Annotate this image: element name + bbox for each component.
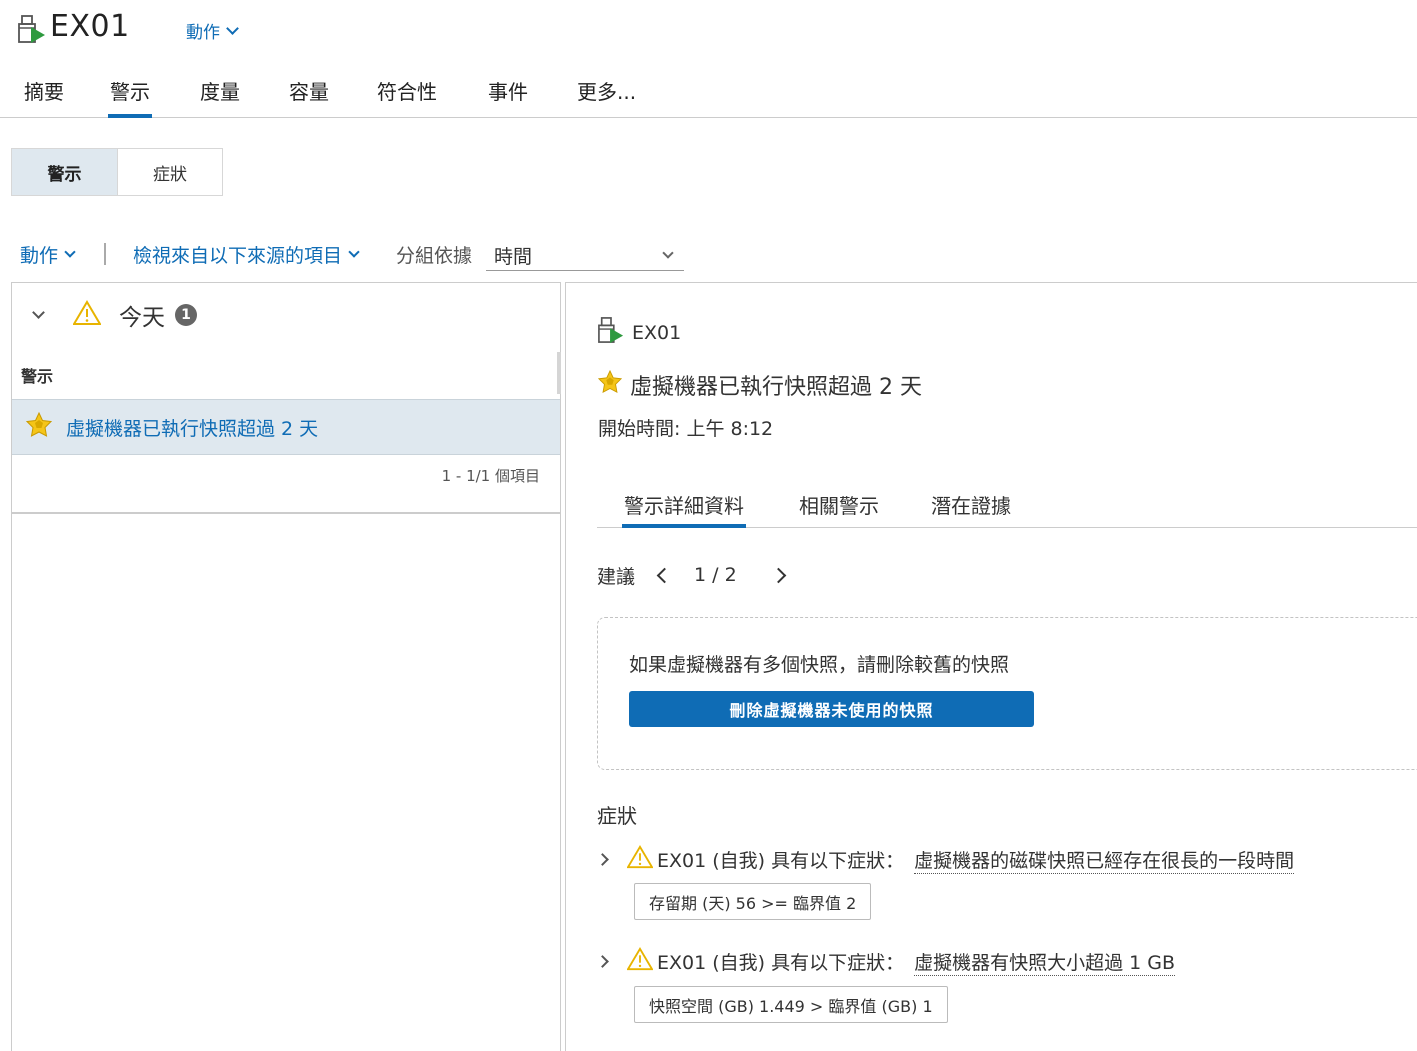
tab-potential-evidence[interactable]: 潛在證據 — [929, 490, 1013, 528]
chevron-down-icon — [662, 246, 674, 259]
tab-related-alerts[interactable]: 相關警示 — [797, 490, 881, 528]
view-source-label: 檢視來自以下來源的項目 — [133, 245, 343, 267]
warning-triangle-icon — [72, 300, 102, 330]
toggle-symptoms[interactable]: 症狀 — [117, 149, 222, 195]
chevron-down-icon — [226, 21, 239, 35]
actions-dropdown[interactable]: 動作 — [186, 18, 239, 43]
detail-tabs: 警示詳細資料 相關警示 潛在證據 — [597, 484, 1417, 528]
list-item[interactable]: 虛擬機器已執行快照超過 2 天 — [12, 399, 560, 455]
chevron-down-icon[interactable] — [32, 306, 45, 319]
list-pager: 1 - 1/1 個項目 — [441, 467, 540, 485]
vm-icon — [18, 14, 46, 48]
alert-star-icon — [25, 411, 53, 442]
warning-triangle-icon — [626, 947, 654, 976]
symptom-condition-chip: 快照空間 (GB) 1.449 > 臨界值 (GB) 1 — [634, 986, 948, 1023]
chevron-down-icon — [348, 246, 360, 258]
view-toggle: 警示 症狀 — [11, 148, 223, 196]
toolbar-divider — [104, 243, 106, 265]
warning-triangle-icon — [626, 845, 654, 874]
alert-list-panel — [11, 282, 561, 1051]
view-source-dropdown[interactable]: 檢視來自以下來源的項目 — [133, 241, 360, 268]
actions-label: 動作 — [186, 23, 220, 43]
detail-vm-name: EX01 — [632, 321, 682, 344]
vm-icon — [598, 316, 624, 349]
detail-alert-title-row: 虛擬機器已執行快照超過 2 天 — [597, 369, 922, 401]
symptom-row: EX01 (自我) 具有以下症狀： 虛擬機器有快照大小超過 1 GB — [596, 947, 1176, 976]
chevron-right-icon — [770, 567, 786, 584]
group-by-value: 時間 — [494, 245, 533, 268]
group-header-today[interactable]: 今天 1 — [22, 298, 197, 332]
page-title: EX01 — [50, 9, 130, 44]
tab-alerts[interactable]: 警示 — [108, 76, 152, 118]
symptoms-heading: 症狀 — [597, 804, 637, 828]
detail-alert-title: 虛擬機器已執行快照超過 2 天 — [630, 375, 922, 400]
tab-compliance[interactable]: 符合性 — [375, 76, 439, 118]
tab-capacity[interactable]: 容量 — [287, 76, 331, 118]
detail-vm-link[interactable]: EX01 — [598, 316, 681, 349]
chevron-down-icon — [64, 246, 76, 258]
previous-button[interactable] — [655, 560, 674, 590]
group-by-label: 分組依據 — [396, 245, 473, 267]
chevron-right-icon[interactable] — [596, 853, 609, 866]
toggle-alerts[interactable]: 警示 — [12, 149, 117, 195]
toolbar-actions-dropdown[interactable]: 動作 — [20, 241, 76, 268]
group-label: 今天 — [119, 305, 165, 331]
group-by-select[interactable]: 時間 — [486, 240, 684, 271]
tab-events[interactable]: 事件 — [486, 76, 530, 118]
list-item-label: 虛擬機器已執行快照超過 2 天 — [66, 417, 319, 440]
symptom-prefix: EX01 (自我) 具有以下症狀： — [657, 850, 905, 872]
chevron-right-icon[interactable] — [596, 955, 609, 968]
recommendation-page: 1 / 2 — [694, 564, 737, 586]
main-tabs: 摘要 警示 度量 容量 符合性 事件 更多... — [0, 66, 1417, 118]
symptom-row: EX01 (自我) 具有以下症狀： 虛擬機器的磁碟快照已經存在很長的一段時間 — [596, 845, 1295, 874]
tab-metrics[interactable]: 度量 — [198, 76, 242, 118]
toolbar-actions-label: 動作 — [20, 245, 59, 267]
symptom-condition-chip: 存留期 (天) 56 >= 臨界值 2 — [634, 883, 872, 920]
detail-start-time: 開始時間: 上午 8:12 — [598, 418, 774, 440]
recommendation-text: 如果虛擬機器有多個快照，請刪除較舊的快照 — [629, 654, 1010, 676]
symptom-link[interactable]: 虛擬機器有快照大小超過 1 GB — [914, 948, 1176, 976]
chevron-left-icon — [656, 567, 673, 584]
delete-unused-snapshots-button[interactable]: 刪除虛擬機器未使用的快照 — [629, 691, 1034, 727]
alert-star-icon — [597, 369, 623, 400]
tab-more[interactable]: 更多... — [575, 76, 638, 118]
symptom-link[interactable]: 虛擬機器的磁碟快照已經存在很長的一段時間 — [914, 846, 1295, 874]
list-scrollbar[interactable] — [557, 352, 561, 394]
recommendation-label: 建議 — [597, 565, 636, 588]
tab-summary[interactable]: 摘要 — [22, 76, 66, 118]
recommendation-pager: 建議 1 / 2 — [597, 560, 788, 590]
tab-alert-details[interactable]: 警示詳細資料 — [622, 490, 746, 528]
symptom-prefix: EX01 (自我) 具有以下症狀： — [657, 952, 905, 974]
next-button[interactable] — [769, 560, 788, 590]
group-count-badge: 1 — [175, 304, 197, 326]
column-header-alert: 警示 — [21, 367, 54, 386]
list-divider — [12, 512, 560, 514]
